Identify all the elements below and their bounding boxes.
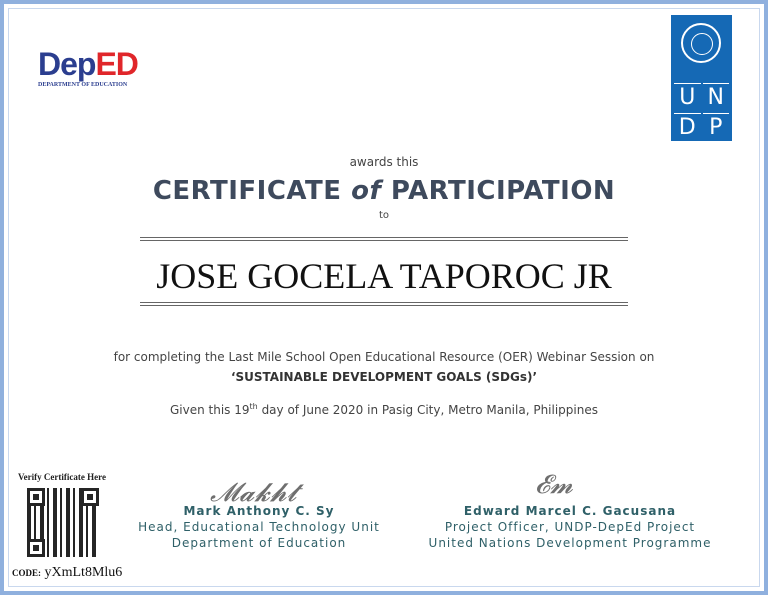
verify-label: Verify Certificate Here bbox=[18, 472, 106, 482]
signatory-title: Head, Educational Technology Unit bbox=[138, 520, 380, 534]
given-part: Given this 19 bbox=[170, 403, 250, 417]
qr-code[interactable] bbox=[27, 488, 99, 557]
un-emblem-icon bbox=[681, 23, 721, 63]
undp-letter: D bbox=[674, 113, 701, 141]
certificate-title: CERTIFICATE of PARTICIPATION bbox=[0, 176, 768, 206]
recipient-name: JOSE GOCELA TAPOROC JR bbox=[156, 256, 612, 296]
for-text: for completing the Last Mile School Open… bbox=[113, 350, 655, 364]
signature-2-icon: 𝓔𝓶 bbox=[535, 470, 574, 500]
divider-bottom bbox=[140, 302, 628, 306]
undp-letter: P bbox=[702, 113, 729, 141]
deped-logo: DepED DEPARTMENT OF EDUCATION bbox=[38, 34, 153, 94]
verify-code: CODE: yXmLt8Mlu6 bbox=[12, 565, 122, 581]
signatory-2: Edward Marcel C. Gacusana Project Office… bbox=[415, 503, 725, 551]
title-of: of bbox=[351, 176, 382, 206]
signatory-1: Mark Anthony C. Sy Head, Educational Tec… bbox=[120, 503, 398, 551]
inner-border bbox=[8, 8, 760, 587]
divider-top bbox=[140, 237, 628, 241]
deped-logo-subtitle: DEPARTMENT OF EDUCATION bbox=[38, 82, 128, 88]
signatory-name: Mark Anthony C. Sy bbox=[183, 504, 335, 518]
given-sup: th bbox=[249, 402, 258, 411]
topic-text: ‘SUSTAINABLE DEVELOPMENT GOALS (SDGs)’ bbox=[230, 370, 538, 384]
undp-letter: N bbox=[702, 83, 729, 111]
undp-letter: U bbox=[674, 83, 701, 111]
signatory-org: United Nations Development Programme bbox=[428, 536, 712, 550]
given-part: day of June 2020 in Pasig City, Metro Ma… bbox=[257, 403, 598, 417]
title-part: CERTIFICATE bbox=[152, 176, 352, 206]
title-part: PARTICIPATION bbox=[381, 176, 616, 206]
undp-logo: U N D P bbox=[671, 15, 732, 141]
code-value: yXmLt8Mlu6 bbox=[44, 565, 123, 580]
deped-logo-dep: Dep bbox=[38, 46, 96, 82]
to-text: to bbox=[378, 210, 390, 221]
signatory-title: Project Officer, UNDP-DepEd Project bbox=[444, 520, 696, 534]
signatory-org: Department of Education bbox=[171, 536, 347, 550]
awards-text: awards this bbox=[349, 155, 419, 169]
deped-logo-ed: ED bbox=[95, 46, 138, 82]
signatory-name: Edward Marcel C. Gacusana bbox=[463, 504, 677, 518]
code-label: CODE: bbox=[12, 568, 41, 578]
given-text: Given this 19th day of June 2020 in Pasi… bbox=[0, 402, 768, 417]
